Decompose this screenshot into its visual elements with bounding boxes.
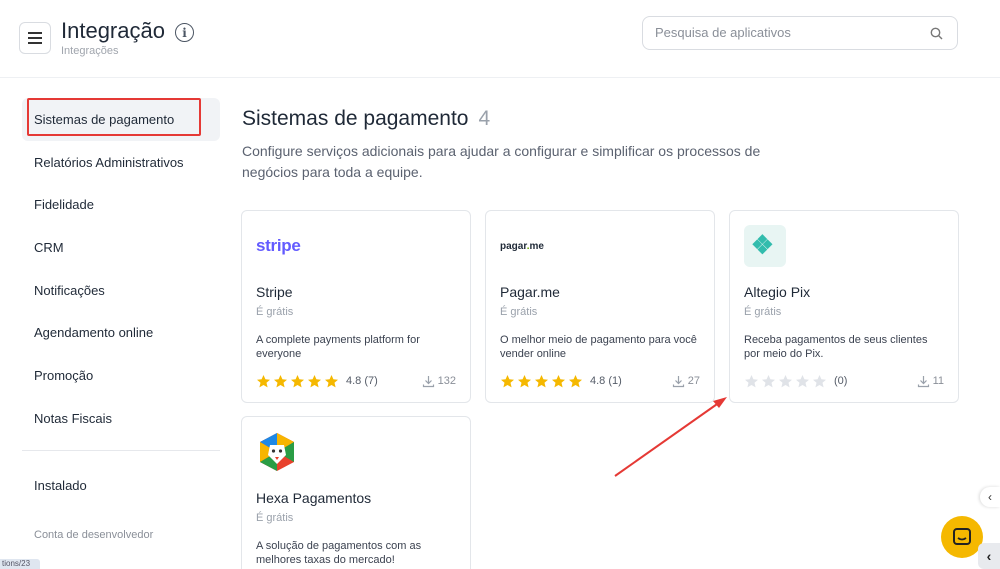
sidebar-item-admin-reports[interactable]: Relatórios Administrativos <box>22 141 220 184</box>
download-icon <box>917 375 929 387</box>
app-name: Hexa Pagamentos <box>256 490 372 506</box>
side-panel-toggle[interactable]: ‹ <box>978 543 1000 569</box>
star-filled-icon <box>569 374 582 387</box>
sidebar: Sistemas de pagamento Relatórios Adminis… <box>22 98 220 440</box>
downloads-value: 11 <box>932 375 944 387</box>
hamburger-icon <box>28 32 42 44</box>
stripe-logo: stripe <box>256 225 301 267</box>
chevron-left-icon: ‹ <box>988 490 992 504</box>
app-card-pagarme[interactable]: pagar.me Pagar.me É grátis O melhor meio… <box>485 210 715 403</box>
star-rating <box>744 374 827 389</box>
developer-account-link[interactable]: Conta de desenvolvedor <box>34 529 153 541</box>
star-empty-icon <box>762 374 775 387</box>
pix-logo <box>744 225 786 267</box>
rating-value: (0) <box>834 375 848 387</box>
sidebar-item-installed[interactable]: Instalado <box>22 464 220 506</box>
downloads-count: 11 <box>917 375 944 388</box>
star-filled-icon <box>257 374 270 387</box>
sidebar-item-promotion[interactable]: Promoção <box>22 354 220 397</box>
app-description: O melhor meio de pagamento para você ven… <box>500 334 697 360</box>
app-description: A complete payments platform for everyon… <box>256 334 420 360</box>
search-icon[interactable] <box>930 27 943 40</box>
chevron-left-icon: ‹ <box>986 548 992 564</box>
pagarme-logo: pagar.me <box>500 225 544 267</box>
pagarme-logo-text: pagar.me <box>500 240 544 252</box>
star-filled-icon <box>291 374 304 387</box>
section-title-text: Sistemas de pagamento <box>242 107 469 130</box>
stripe-logo-text: stripe <box>256 236 301 255</box>
page-title: Integração <box>61 18 165 43</box>
chat-button[interactable] <box>941 516 983 558</box>
hexa-logo <box>256 431 298 473</box>
search-box[interactable] <box>642 16 958 50</box>
downloads-value: 27 <box>687 375 700 387</box>
status-url-tag: tions/23 <box>0 559 40 569</box>
star-filled-icon <box>325 374 338 387</box>
collapse-chevron-button[interactable]: ‹ <box>980 487 1000 507</box>
app-description: Receba pagamentos de seus clientes por m… <box>744 334 928 360</box>
download-icon <box>672 375 684 387</box>
star-filled-icon <box>274 374 287 387</box>
download-icon <box>422 375 434 387</box>
star-filled-icon <box>308 374 321 387</box>
rating-value: 4.8 (7) <box>346 375 378 387</box>
star-filled-icon <box>552 374 565 387</box>
app-card-altegio-pix[interactable]: Altegio Pix É grátis Receba pagamentos d… <box>729 210 959 403</box>
section-description: Configure serviços adicionais para ajuda… <box>242 143 761 180</box>
star-filled-icon <box>518 374 531 387</box>
sidebar-item-invoices[interactable]: Notas Fiscais <box>22 397 220 440</box>
info-icon[interactable]: i <box>175 23 194 42</box>
app-name: Pagar.me <box>500 284 560 300</box>
star-empty-icon <box>779 374 792 387</box>
section-title: Sistemas de pagamento 4 <box>242 107 490 131</box>
downloads-count: 27 <box>672 375 700 388</box>
downloads-count: 132 <box>422 375 456 388</box>
star-empty-icon <box>745 374 758 387</box>
sidebar-item-notifications[interactable]: Notificações <box>22 269 220 312</box>
star-filled-icon <box>535 374 548 387</box>
app-price: É grátis <box>500 306 538 318</box>
sidebar-item-loyalty[interactable]: Fidelidade <box>22 183 220 226</box>
app-card-footer: (0) 11 <box>744 373 944 389</box>
app-card-footer: 4.8 (7) 132 <box>256 373 456 389</box>
search-input[interactable] <box>655 25 915 40</box>
pix-icon <box>744 225 786 267</box>
app-price: É grátis <box>744 306 782 318</box>
app-name: Altegio Pix <box>744 284 811 300</box>
breadcrumb: Integrações <box>61 45 119 57</box>
star-rating <box>500 374 583 389</box>
sidebar-item-payment-systems[interactable]: Sistemas de pagamento <box>22 98 220 141</box>
app-card-stripe[interactable]: stripe Stripe É grátis A complete paymen… <box>241 210 471 403</box>
app-card-footer: 4.8 (1) 27 <box>500 373 700 389</box>
app-price: É grátis <box>256 512 294 524</box>
app-card-hexa-pagamentos[interactable]: Hexa Pagamentos É grátis A solução de pa… <box>241 416 471 569</box>
chat-icon <box>953 528 971 545</box>
sidebar-item-online-booking[interactable]: Agendamento online <box>22 311 220 354</box>
star-empty-icon <box>813 374 826 387</box>
lion-icon <box>260 433 294 471</box>
app-description: A solução de pagamentos com as melhores … <box>256 540 422 566</box>
star-filled-icon <box>501 374 514 387</box>
section-count: 4 <box>478 107 491 130</box>
top-header: Integração i Integrações <box>0 0 1000 78</box>
app-name: Stripe <box>256 284 293 300</box>
downloads-value: 132 <box>437 375 456 387</box>
hamburger-menu-button[interactable] <box>19 22 51 54</box>
sidebar-item-crm[interactable]: CRM <box>22 226 220 269</box>
star-empty-icon <box>796 374 809 387</box>
rating-value: 4.8 (1) <box>590 375 622 387</box>
app-price: É grátis <box>256 306 294 318</box>
sidebar-divider <box>22 450 220 451</box>
star-rating <box>256 374 339 389</box>
